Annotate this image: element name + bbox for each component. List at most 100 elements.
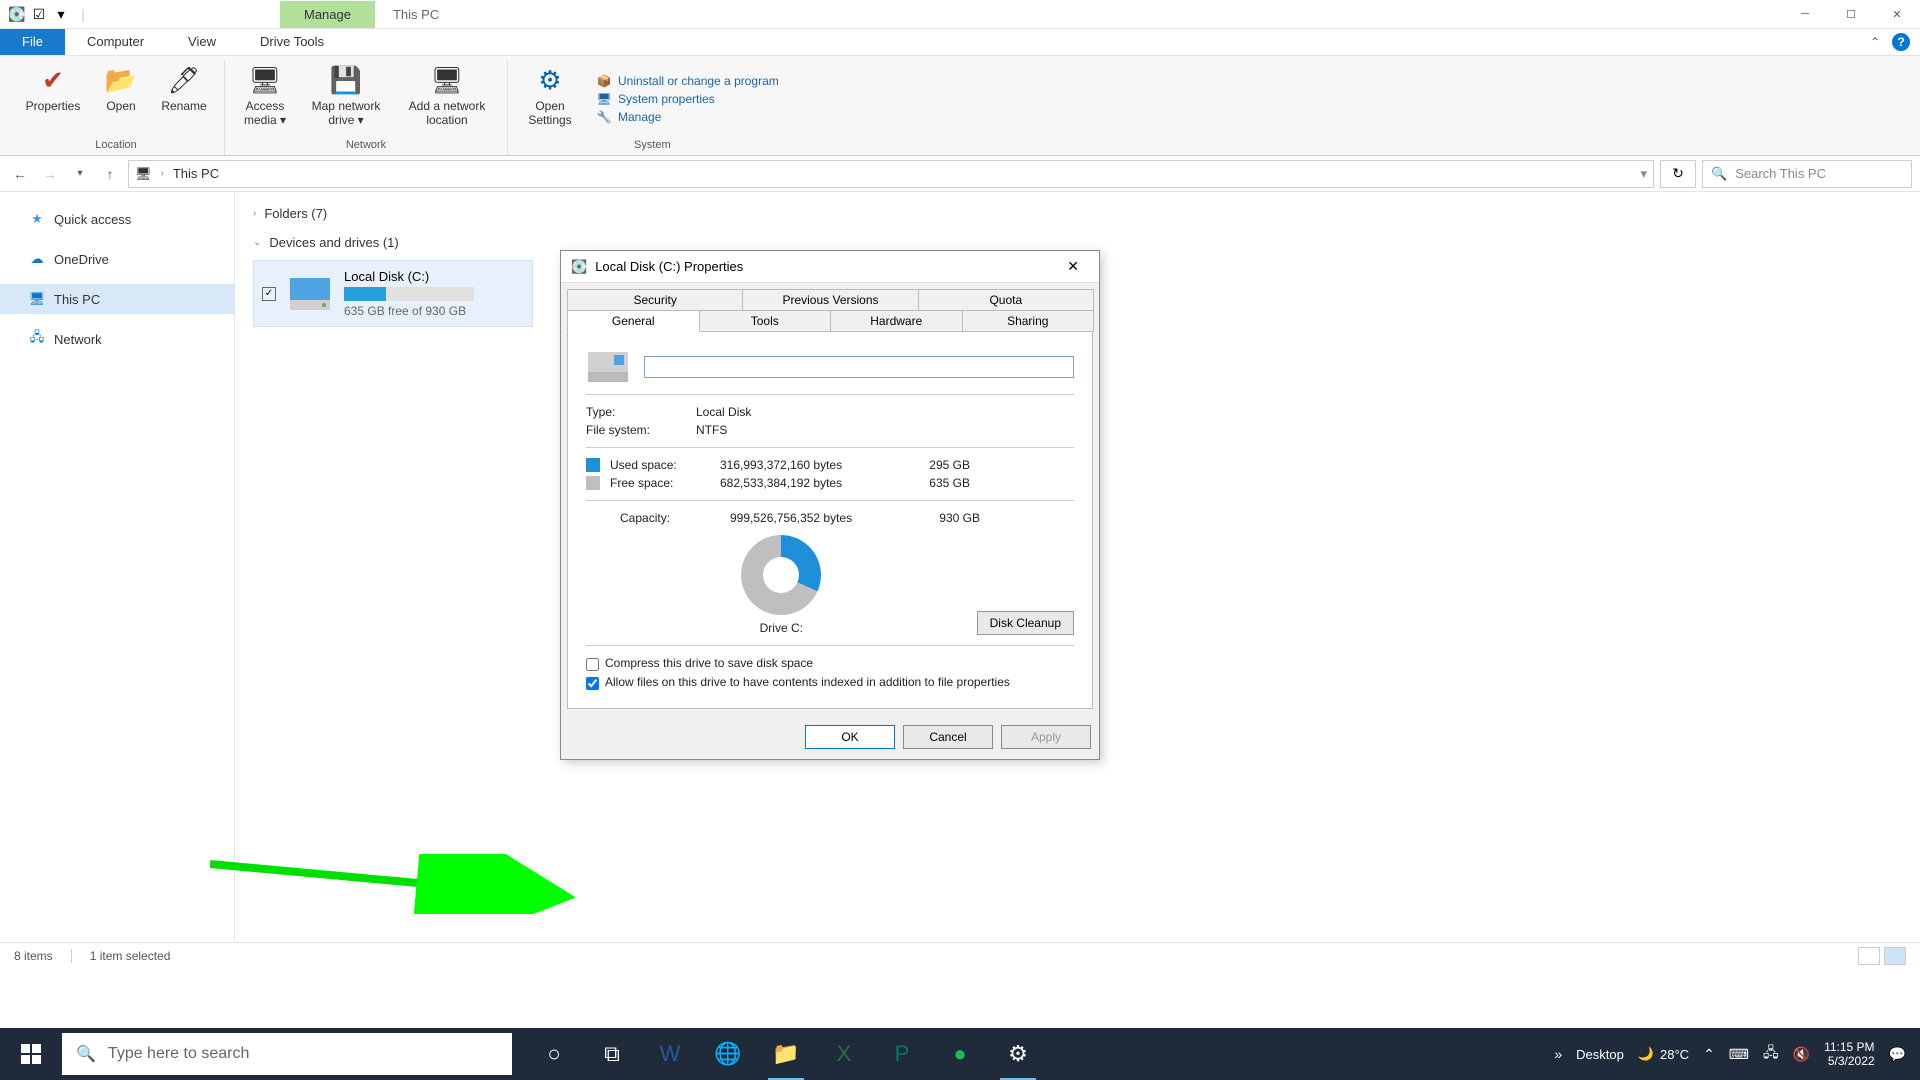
tab-view[interactable]: View	[166, 29, 238, 55]
open-button[interactable]: 📂 Open	[94, 60, 148, 137]
free-label: Free space:	[610, 476, 710, 490]
rename-icon: 🖊	[168, 64, 200, 96]
up-button[interactable]: ↑	[98, 162, 122, 186]
map-drive-button[interactable]: 💾 Map network drive ▾	[301, 60, 391, 137]
forward-button[interactable]: →	[38, 162, 62, 186]
drive-icon: 💽	[8, 5, 26, 23]
fs-label: File system:	[586, 423, 696, 437]
cortana-button[interactable]: ○	[528, 1028, 580, 1080]
close-icon[interactable]: ✕	[1057, 254, 1089, 279]
tab-hardware[interactable]: Hardware	[830, 310, 963, 332]
back-button[interactable]: ←	[8, 162, 32, 186]
chevron-down-icon: ⌄	[253, 237, 261, 248]
open-settings-button[interactable]: ⚙ Open Settings	[518, 60, 582, 137]
used-swatch	[586, 458, 600, 472]
access-media-button[interactable]: 🖥 Access media ▾	[235, 60, 295, 137]
dropdown-qat-icon[interactable]: ▾	[52, 5, 70, 23]
rename-button[interactable]: 🖊 Rename	[154, 60, 214, 137]
help-icon[interactable]: ?	[1892, 33, 1910, 51]
compress-checkbox[interactable]	[586, 658, 599, 671]
clock[interactable]: 11:15 PM 5/3/2022	[1824, 1040, 1874, 1069]
maximize-button[interactable]: ☐	[1828, 0, 1874, 29]
disk-cleanup-button[interactable]: Disk Cleanup	[977, 611, 1074, 635]
index-checkbox[interactable]	[586, 677, 599, 690]
drive-name: Local Disk (C:)	[344, 269, 474, 284]
notifications-icon[interactable]: 💬	[1889, 1046, 1906, 1063]
word-app[interactable]: W	[644, 1028, 696, 1080]
checkbox-qat-icon[interactable]: ☑	[30, 5, 48, 23]
close-button[interactable]: ✕	[1874, 0, 1920, 29]
overflow-icon[interactable]: »	[1554, 1046, 1562, 1062]
tab-tools[interactable]: Tools	[699, 310, 832, 332]
breadcrumb-location[interactable]: This PC	[173, 166, 219, 181]
properties-button[interactable]: ✔ Properties	[18, 60, 88, 137]
titlebar: 💽 ☑ ▾ | Manage This PC ─ ☐ ✕	[0, 0, 1920, 29]
uninstall-link[interactable]: 📦Uninstall or change a program	[596, 73, 779, 89]
chevron-right-icon: ›	[158, 168, 167, 179]
tab-drive-tools[interactable]: Drive Tools	[238, 29, 346, 55]
edge-app[interactable]: 🌐	[702, 1028, 754, 1080]
task-view-button[interactable]: ⧉	[586, 1028, 638, 1080]
clock-date: 5/3/2022	[1824, 1054, 1874, 1068]
volume-muted-icon[interactable]: 🔇	[1793, 1046, 1810, 1063]
taskbar-search[interactable]: 🔍 Type here to search	[62, 1033, 512, 1075]
ribbon-group-system: ⚙ Open Settings 📦Uninstall or change a p…	[508, 60, 797, 155]
desktop-toolbar[interactable]: Desktop	[1576, 1047, 1624, 1062]
search-icon: 🔍	[76, 1044, 96, 1064]
tab-file[interactable]: File	[0, 29, 65, 55]
keyboard-icon[interactable]: ⌨	[1729, 1046, 1749, 1063]
tab-general[interactable]: General	[567, 310, 700, 332]
folders-header[interactable]: › Folders (7)	[253, 202, 1902, 225]
add-network-location-button[interactable]: 🖥 Add a network location	[397, 60, 497, 137]
weather-widget[interactable]: 🌙 28°C	[1638, 1046, 1689, 1062]
sidebar-item-this-pc[interactable]: 🖥 This PC	[0, 284, 234, 314]
settings-app[interactable]: ⚙	[992, 1028, 1044, 1080]
drive-item-local-disk-c[interactable]: ✓ Local Disk (C:) 635 GB free of 930 GB	[253, 260, 533, 327]
add-loc-label: Add a network location	[401, 99, 493, 127]
dialog-titlebar[interactable]: 💽 Local Disk (C:) Properties ✕	[561, 251, 1099, 283]
ribbon-group-network: 🖥 Access media ▾ 💾 Map network drive ▾ 🖥…	[225, 60, 508, 155]
dialog-title: Local Disk (C:) Properties	[595, 259, 743, 274]
search-input[interactable]: 🔍 Search This PC	[1702, 160, 1912, 188]
sidebar-item-onedrive[interactable]: ☁ OneDrive	[0, 244, 234, 274]
folder-open-icon: 📂	[105, 64, 137, 96]
used-bytes: 316,993,372,160 bytes	[720, 458, 900, 472]
refresh-button[interactable]: ↻	[1660, 160, 1696, 188]
recent-dropdown[interactable]: ▾	[68, 162, 92, 186]
sidebar: ★ Quick access ☁ OneDrive 🖥 This PC 🖧 Ne…	[0, 192, 235, 942]
sidebar-item-quick-access[interactable]: ★ Quick access	[0, 204, 234, 234]
tab-security[interactable]: Security	[567, 289, 743, 311]
details-view-button[interactable]	[1858, 947, 1880, 965]
cancel-button[interactable]: Cancel	[903, 725, 993, 749]
system-properties-link[interactable]: 🖥System properties	[596, 91, 779, 107]
manage-link[interactable]: 🔧Manage	[596, 109, 779, 125]
addr-dropdown-icon[interactable]: ▾	[1640, 166, 1647, 182]
minimize-button[interactable]: ─	[1782, 0, 1828, 29]
sidebar-item-network[interactable]: 🖧 Network	[0, 324, 234, 354]
explorer-app[interactable]: 📁	[760, 1028, 812, 1080]
volume-label-input[interactable]	[644, 356, 1074, 378]
address-input[interactable]: 🖥 › This PC ▾	[128, 160, 1654, 188]
spotify-app[interactable]: ●	[934, 1028, 986, 1080]
publisher-app[interactable]: P	[876, 1028, 928, 1080]
collapse-ribbon-icon[interactable]: ⌃	[1870, 35, 1880, 49]
large-icons-view-button[interactable]	[1884, 947, 1906, 965]
open-settings-label: Open Settings	[522, 99, 578, 127]
ribbon-tabs: File Computer View Drive Tools ⌃ ?	[0, 29, 1920, 56]
apply-button[interactable]: Apply	[1001, 725, 1091, 749]
network-icon[interactable]: 🖧	[1763, 1042, 1779, 1066]
ok-button[interactable]: OK	[805, 725, 895, 749]
open-label: Open	[106, 99, 135, 113]
drive-checkbox[interactable]: ✓	[262, 287, 276, 301]
hdd-icon	[586, 350, 630, 384]
excel-app[interactable]: X	[818, 1028, 870, 1080]
tab-computer[interactable]: Computer	[65, 29, 166, 55]
tab-previous-versions[interactable]: Previous Versions	[742, 289, 918, 311]
tray-chevron-icon[interactable]: ⌃	[1703, 1046, 1715, 1063]
start-button[interactable]	[0, 1028, 62, 1080]
tab-sharing[interactable]: Sharing	[962, 310, 1095, 332]
tab-quota[interactable]: Quota	[918, 289, 1094, 311]
search-placeholder: Search This PC	[1735, 166, 1826, 181]
sidebar-label: Quick access	[54, 212, 131, 227]
context-tab-manage[interactable]: Manage	[280, 1, 375, 28]
